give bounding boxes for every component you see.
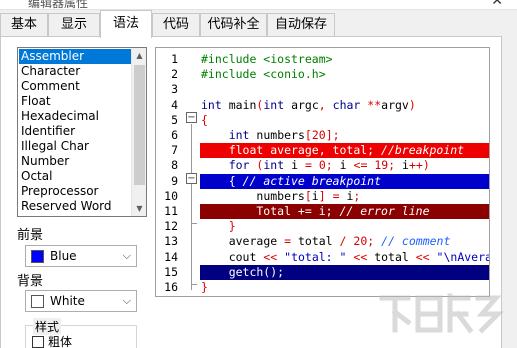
code-line[interactable]: 2 #include <conio.h> [156, 67, 489, 82]
window-title: 编辑器属性 [28, 0, 89, 10]
foreground-label: 前景 [17, 228, 44, 243]
code-text: int main(int argc, char **argv) [201, 97, 416, 112]
code-line[interactable]: 10 numbers[i] = i; [156, 188, 489, 204]
line-number: 7 [171, 143, 178, 158]
background-label: 背景 [17, 274, 44, 289]
code-text: } [228, 219, 236, 234]
tab-autosave[interactable]: 自动保存 [267, 13, 335, 37]
list-scrollbar[interactable]: ▲ ▼ [131, 48, 146, 216]
code-text: for (int i = 0; i <= 19; i++) [228, 158, 430, 173]
code-line[interactable]: 12 } [156, 219, 489, 234]
foreground-color-select[interactable]: Blue ⌵ [25, 245, 137, 267]
tab-bar: 基本 显示 语法 代码 代码补全 自动保存 [0, 10, 517, 38]
scroll-thumb[interactable] [134, 65, 145, 185]
scroll-down-icon[interactable]: ▼ [132, 201, 146, 216]
code-text: int numbers[20]; [228, 128, 340, 142]
fold-collapse-icon[interactable]: − [186, 112, 197, 123]
list-item[interactable]: Preprocessor [19, 184, 131, 199]
scroll-up-icon[interactable]: ▲ [132, 48, 146, 63]
code-text: { // active breakpoint [201, 173, 382, 188]
line-number: 12 [164, 219, 178, 234]
list-item[interactable]: Comment [19, 79, 131, 94]
code-line[interactable]: 13 average = total / 20; // comment [156, 234, 489, 249]
list-item[interactable]: Reserved Word [19, 199, 131, 214]
tab-syntax[interactable]: 语法 [100, 10, 152, 38]
tab-code-completion[interactable]: 代码补全 [200, 13, 267, 37]
line-number: 10 [164, 188, 178, 203]
code-line[interactable]: 8 for (int i = 0; i <= 19; i++) [156, 158, 489, 173]
line-number: 8 [171, 158, 178, 173]
title-bar: 编辑器属性 ✕ [0, 0, 517, 10]
code-line[interactable]: 9 { // active breakpoint [156, 173, 489, 189]
syntax-element-list[interactable]: Assembler Character Comment Float Hexade… [17, 47, 147, 217]
tab-basic[interactable]: 基本 [0, 13, 48, 37]
bold-checkbox-label: 粗体 [48, 335, 73, 348]
code-text: numbers[i] = i; [256, 188, 361, 203]
code-text: { [201, 112, 208, 127]
code-line[interactable]: 6 int numbers[20]; [156, 128, 489, 143]
list-item[interactable]: Hexadecimal [19, 109, 131, 124]
color-swatch [31, 250, 44, 263]
line-number: 9 [171, 173, 178, 188]
code-text: #include <iostream> [201, 52, 333, 66]
fold-collapse-icon[interactable]: − [186, 173, 197, 184]
bold-checkbox[interactable] [32, 336, 44, 348]
line-number: 4 [171, 97, 178, 112]
line-number: 13 [164, 234, 178, 249]
tab-display[interactable]: 显示 [48, 13, 100, 37]
code-line[interactable]: 15 getch(); [156, 264, 489, 280]
line-number: 5 [171, 112, 178, 127]
code-line[interactable]: 4 int main(int argc, char **argv) [156, 97, 489, 113]
close-icon[interactable]: ✕ [491, 0, 503, 9]
list-item[interactable]: Character [19, 64, 131, 79]
list-item[interactable]: Assembler [19, 49, 131, 64]
code-text: cout << "total: " << total << "\nAverage… [228, 249, 490, 264]
line-number: 11 [164, 204, 178, 218]
code-text: average = total / 20; // comment [228, 234, 451, 249]
line-number: 14 [164, 249, 178, 264]
code-text: getch(); [201, 264, 285, 279]
line-number: 2 [171, 67, 178, 82]
list-item[interactable]: Octal [19, 169, 131, 184]
code-text: #include <conio.h> [201, 67, 326, 82]
code-text: Total += i; // error line [201, 204, 430, 218]
code-line[interactable]: 3 [156, 82, 489, 97]
tab-code[interactable]: 代码 [152, 13, 200, 37]
list-item[interactable]: Float [19, 94, 131, 109]
color-swatch [31, 295, 44, 308]
list-item[interactable]: Illegal Char [19, 139, 131, 154]
line-number: 16 [164, 280, 178, 294]
watermark-logo [379, 293, 505, 334]
chevron-down-icon[interactable]: ⌵ [123, 291, 131, 311]
line-number: 1 [171, 52, 178, 66]
chevron-down-icon[interactable]: ⌵ [123, 246, 131, 266]
code-line[interactable]: 1 #include <iostream> [156, 52, 489, 67]
foreground-value: Blue [50, 249, 77, 263]
line-number: 15 [164, 264, 178, 279]
list-item[interactable]: Number [19, 154, 131, 169]
code-line[interactable]: 5{ [156, 112, 489, 128]
code-text: float average, total; //breakpoint [201, 143, 465, 158]
background-value: White [50, 294, 85, 308]
fold-margin: − − [186, 48, 198, 296]
background-color-select[interactable]: White ⌵ [25, 290, 137, 312]
code-preview[interactable]: 1 #include <iostream> 2 #include <conio.h> 3… [155, 47, 490, 297]
code-line[interactable]: 14 cout << "total: " << total << "\nAver… [156, 249, 490, 265]
line-number: 3 [171, 82, 178, 97]
code-line[interactable]: 7 float average, total; //breakpoint [156, 143, 489, 159]
line-number: 6 [171, 128, 178, 142]
list-item[interactable]: Identifier [19, 124, 131, 139]
code-line[interactable]: 11 Total += i; // error line [156, 204, 489, 220]
